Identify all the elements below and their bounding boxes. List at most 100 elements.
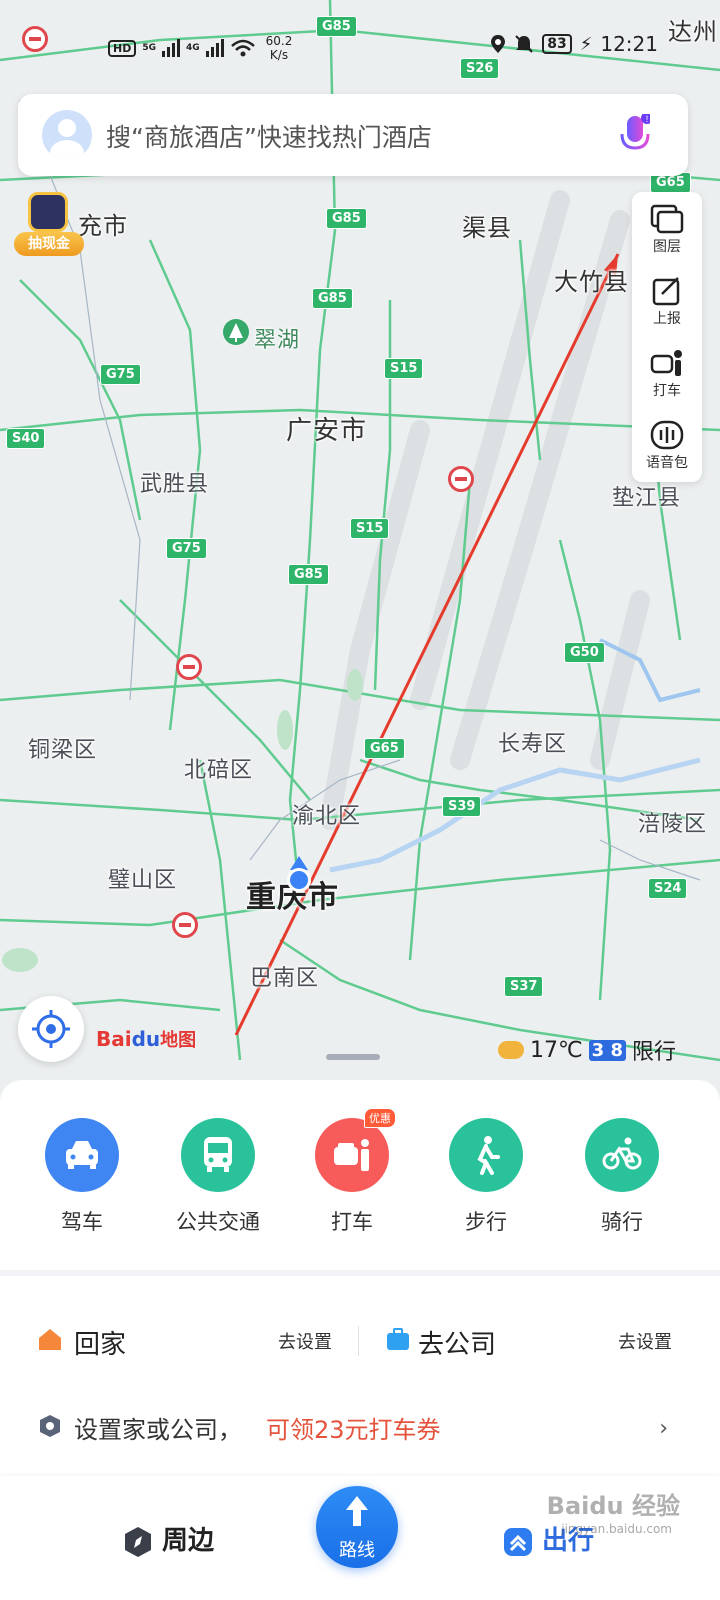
taxi-mode-icon [315, 1118, 389, 1192]
go-home-button[interactable]: 回家 [74, 1324, 126, 1361]
mode-drive-label: 驾车 [61, 1210, 103, 1234]
mic-icon[interactable]: ! [620, 114, 650, 158]
report-icon [652, 277, 680, 306]
baidu-map-logo: Baidu地图 [96, 1027, 197, 1051]
highway-shield: S24 [648, 878, 688, 899]
traffic-limit-label: 限行 [631, 1040, 676, 1065]
place-label[interactable]: 垫江县 [612, 480, 681, 512]
setup-promo-row[interactable]: 设置家或公司， 可领23元打车券 › [0, 1410, 720, 1450]
mute-icon [515, 35, 533, 53]
svg-text:!: ! [646, 114, 649, 124]
highway-shield: G75 [166, 538, 207, 559]
location-status-icon [491, 35, 506, 53]
place-label[interactable]: 翠湖 [254, 322, 300, 354]
network-5g-label: 5G [142, 43, 156, 53]
highway-shield: S40 [6, 428, 46, 449]
highway-shield: S15 [384, 358, 424, 379]
watermark-url: jingyan.baidu.com [561, 1522, 672, 1536]
route-button[interactable]: 路线 [316, 1486, 398, 1568]
work-setup-link[interactable]: 去设置 [618, 1328, 672, 1354]
highway-shield: G65 [364, 738, 405, 759]
highway-shield: S39 [442, 796, 482, 817]
mode-taxi[interactable]: 优惠 打车 [292, 1108, 412, 1236]
mode-bike[interactable]: 骑行 [562, 1118, 682, 1236]
cash-lottery-label: 抽现金 [14, 232, 84, 256]
cash-lottery-badge[interactable]: 抽现金 [14, 186, 86, 264]
coupon-offer-text: 可领23元打车券 [266, 1416, 441, 1444]
layers-icon [650, 204, 684, 234]
cloud-icon [497, 1041, 524, 1059]
report-button[interactable]: 上报 [632, 268, 702, 340]
search-placeholder[interactable]: 搜“商旅酒店”快速找热门酒店 [106, 118, 432, 154]
place-label[interactable]: 铜梁区 [28, 732, 97, 764]
layers-button[interactable]: 图层 [632, 196, 702, 268]
highway-shield: G75 [100, 364, 141, 385]
mode-transit[interactable]: 公共交通 [158, 1118, 278, 1236]
voice-pack-icon [650, 420, 684, 450]
divider [358, 1326, 359, 1356]
crosshair-icon [32, 1010, 70, 1048]
temperature: 17℃ [529, 1037, 583, 1063]
place-label[interactable]: 璧山区 [108, 862, 177, 894]
nav-nearby[interactable]: 周边 [122, 1520, 214, 1558]
mode-taxi-label: 打车 [331, 1210, 373, 1234]
walk-icon [449, 1118, 523, 1192]
mode-walk[interactable]: 步行 [426, 1118, 546, 1236]
setup-text: 设置家或公司， [74, 1416, 242, 1444]
highway-shield: G85 [326, 208, 367, 229]
voice-pack-button[interactable]: 语音包 [632, 412, 702, 484]
highway-shield: G85 [288, 564, 329, 585]
map-tools-panel: 图层 上报 打车 语音包 [632, 192, 702, 482]
mascot-icon [28, 192, 68, 232]
signal-icon [162, 39, 180, 57]
car-icon [45, 1118, 119, 1192]
traffic-control-icon[interactable] [172, 912, 198, 938]
chevron-right-icon: › [659, 1416, 668, 1441]
watermark: Baidu 经验 [546, 1492, 680, 1520]
route-arrow-icon [346, 1496, 368, 1526]
avatar[interactable] [42, 110, 92, 160]
place-label[interactable]: 武胜县 [140, 466, 209, 498]
highway-shield: S15 [350, 518, 390, 539]
home-setup-link[interactable]: 去设置 [278, 1328, 332, 1354]
report-label: 上报 [653, 311, 681, 327]
highway-shield: G50 [564, 642, 605, 663]
clock: 12:21 [600, 32, 658, 56]
compass-icon [125, 1526, 151, 1557]
taxi-tool-button[interactable]: 打车 [632, 340, 702, 412]
signal-icon [205, 39, 224, 57]
traffic-limit-numbers: 3 8 [588, 1039, 626, 1061]
go-work-button[interactable]: 去公司 [418, 1324, 496, 1361]
place-label[interactable]: 巴南区 [250, 960, 319, 992]
traffic-control-icon[interactable] [176, 654, 202, 680]
mode-drive[interactable]: 驾车 [22, 1118, 142, 1236]
hexagon-icon [40, 1415, 60, 1437]
place-label[interactable]: 大竹县 [554, 262, 629, 297]
drag-handle[interactable] [326, 1054, 380, 1060]
park-icon[interactable] [222, 318, 250, 346]
mode-bike-label: 骑行 [601, 1210, 643, 1234]
saved-places: 回家 去设置 去公司 去设置 设置家或公司， 可领23元打车券 › [0, 1276, 720, 1476]
travel-modes: 驾车 公共交通 优惠 打车 步行 骑行 [0, 1080, 720, 1270]
network-speed: 60.2 K/s [265, 34, 293, 62]
mode-transit-label: 公共交通 [176, 1210, 260, 1234]
place-label[interactable]: 渠县 [462, 208, 512, 243]
traffic-control-icon[interactable] [448, 466, 474, 492]
weather-widget[interactable]: 17℃ 3 8 限行 [497, 1034, 676, 1066]
promo-badge: 优惠 [364, 1108, 396, 1128]
hd-indicator: HD [108, 39, 137, 57]
place-label[interactable]: 涪陵区 [638, 806, 707, 838]
place-label[interactable]: 长寿区 [498, 726, 567, 758]
bus-icon [181, 1118, 255, 1192]
highway-shield: S37 [504, 976, 544, 997]
wifi-icon [230, 39, 255, 57]
locate-button[interactable] [18, 996, 84, 1062]
place-label[interactable]: 渝北区 [292, 798, 361, 830]
search-bar[interactable]: 搜“商旅酒店”快速找热门酒店 ! [18, 94, 688, 176]
place-label[interactable]: 北碚区 [184, 752, 253, 784]
taxi-icon [650, 350, 682, 376]
place-label[interactable]: 广安市 [286, 410, 367, 447]
current-location-icon [287, 856, 311, 892]
status-bar: HD 5G 4G 60.2 K/s 83 ⚡ 12:21 [0, 24, 720, 68]
layers-label: 图层 [653, 239, 681, 255]
